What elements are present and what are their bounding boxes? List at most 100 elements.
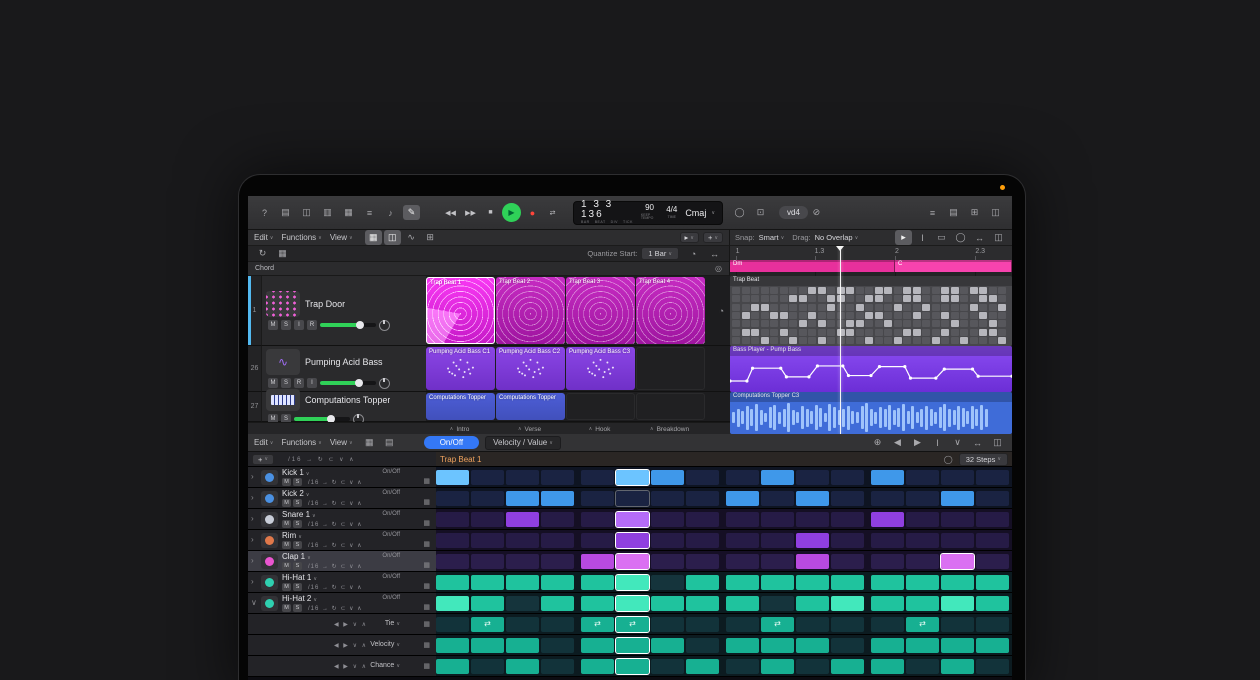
live-loops-menu-view[interactable]: View∨: [330, 233, 353, 242]
row-step-controls[interactable]: /16 → ↻ ⊂ ∨ ∧: [308, 542, 363, 549]
disclosure-icon[interactable]: ›: [251, 577, 254, 586]
row-step-controls[interactable]: /16 → ↻ ⊂ ∨ ∧: [308, 479, 363, 486]
step-cell[interactable]: [471, 491, 504, 506]
step-cell[interactable]: [541, 554, 574, 569]
row-grid-icon[interactable]: ▦: [423, 477, 430, 485]
step-cell[interactable]: [616, 512, 649, 527]
row-step-controls[interactable]: /16 → ↻ ⊂ ∨ ∧: [308, 605, 363, 612]
row-name[interactable]: Snare 1∨: [282, 510, 316, 519]
step-cell[interactable]: [871, 554, 904, 569]
loupe-icon[interactable]: ◯: [944, 455, 953, 464]
expand-icon[interactable]: ↔: [706, 246, 723, 261]
empty-loop-slot[interactable]: [636, 347, 705, 390]
track-header[interactable]: ∿Pumping Acid BassMSRI: [262, 346, 426, 392]
step-cell[interactable]: [726, 617, 759, 632]
step-seq-menu-edit[interactable]: Edit∨: [254, 438, 273, 447]
step-cell[interactable]: [761, 638, 794, 653]
mute-button[interactable]: M: [268, 378, 278, 388]
rewind-button[interactable]: ◀◀: [442, 205, 459, 221]
snap-value[interactable]: Smart: [759, 233, 779, 242]
drag-value[interactable]: No Overlap: [815, 233, 853, 242]
step-seq-menu-view[interactable]: View∨: [330, 438, 353, 447]
pan-knob[interactable]: [379, 378, 390, 389]
step-cell[interactable]: [686, 512, 719, 527]
track-header[interactable]: Computations TopperMS: [262, 392, 426, 422]
grid-side-circle-icon[interactable]: ◔: [719, 306, 724, 316]
step-cell[interactable]: [871, 638, 904, 653]
step-cell[interactable]: [831, 659, 864, 674]
row-grid-icon[interactable]: ▦: [423, 540, 430, 548]
mute-button[interactable]: M: [282, 562, 291, 570]
library-icon[interactable]: ▤: [277, 205, 294, 220]
step-cell[interactable]: [796, 554, 829, 569]
edit-mode-select[interactable]: Velocity / Value ∨: [485, 436, 561, 450]
solo-button[interactable]: S: [293, 520, 302, 528]
row-step-controls[interactable]: /16 → ↻ ⊂ ∨ ∧: [308, 521, 363, 528]
step-cell[interactable]: [616, 575, 649, 590]
play-button[interactable]: ▶: [502, 203, 521, 222]
step-cell[interactable]: [796, 638, 829, 653]
step-cell[interactable]: [651, 533, 684, 548]
step-cell[interactable]: [471, 470, 504, 485]
step-cell[interactable]: [616, 638, 649, 653]
step-cell[interactable]: [726, 638, 759, 653]
record-enable-button[interactable]: R: [307, 320, 317, 330]
subrow-grid-icon[interactable]: ▦: [423, 662, 430, 670]
row-step-controls[interactable]: /16 → ↻ ⊂ ∨ ∧: [308, 584, 363, 591]
step-cell[interactable]: [581, 638, 614, 653]
add-row-button[interactable]: + ∨: [252, 454, 274, 465]
row-name[interactable]: Clap 1∨: [282, 552, 311, 561]
loop-cell[interactable]: Computations Topper: [496, 393, 565, 420]
subrow-grid-icon[interactable]: ▦: [423, 641, 430, 649]
step-cell[interactable]: [831, 575, 864, 590]
step-cell[interactable]: [651, 491, 684, 506]
row-header[interactable]: ›Rim∨On/OffMS/16 → ↻ ⊂ ∨ ∧▦: [248, 530, 436, 551]
subrow-header[interactable]: ◀ ▶ ∨ ∧Chance∨▦: [248, 656, 436, 677]
playhead-handle[interactable]: [836, 246, 844, 251]
row-grid-icon[interactable]: ▦: [423, 498, 430, 506]
step-cell[interactable]: ⇄: [616, 617, 649, 632]
row-grid-icon[interactable]: ▦: [423, 519, 430, 527]
step-cell[interactable]: ⇄: [471, 617, 504, 632]
input-monitor-button[interactable]: I: [294, 320, 304, 330]
inspector-icon[interactable]: ◫: [298, 205, 315, 220]
step-cell[interactable]: [906, 659, 939, 674]
step-cell[interactable]: [941, 554, 974, 569]
disclosure-icon[interactable]: ›: [251, 472, 254, 481]
note-pads-icon[interactable]: ▤: [945, 205, 962, 220]
step-cell[interactable]: [831, 491, 864, 506]
loop-cell[interactable]: Trap Beat 1: [426, 277, 495, 344]
step-cell[interactable]: [871, 617, 904, 632]
quick-help-icon[interactable]: ?: [256, 205, 273, 220]
step-cell[interactable]: [651, 554, 684, 569]
step-cell[interactable]: [651, 596, 684, 611]
step-cell[interactable]: [436, 659, 469, 674]
step-cell[interactable]: [726, 659, 759, 674]
scissors-icon[interactable]: ⊞: [422, 230, 439, 245]
disclosure-icon[interactable]: ∨: [251, 598, 257, 607]
volume-slider[interactable]: [294, 417, 350, 421]
step-cell[interactable]: [686, 491, 719, 506]
loop-cell[interactable]: Pumping Acid Bass C2: [496, 347, 565, 390]
mute-button[interactable]: M: [282, 583, 291, 591]
width-icon[interactable]: ↔: [971, 230, 988, 245]
chord-track-lane[interactable]: DmC: [730, 260, 1012, 272]
step-cell[interactable]: [796, 596, 829, 611]
step-cell[interactable]: [436, 533, 469, 548]
step-cell[interactable]: [686, 617, 719, 632]
step-cell[interactable]: [831, 596, 864, 611]
step-cell[interactable]: [506, 533, 539, 548]
step-cell[interactable]: [541, 617, 574, 632]
lcd-display[interactable]: 1 3 3 136 BARBEATDIVTICK 90 KEEP TEMPO 4…: [573, 201, 723, 225]
step-cell[interactable]: [436, 491, 469, 506]
step-cell[interactable]: [976, 491, 1009, 506]
zoom-icon[interactable]: ⊕: [869, 435, 886, 450]
loupe-icon[interactable]: ◯: [731, 205, 748, 220]
row-name[interactable]: Kick 1∨: [282, 468, 309, 477]
step-cell[interactable]: [976, 575, 1009, 590]
refresh-icon[interactable]: ↻: [254, 246, 271, 261]
grid-icon[interactable]: ▦: [274, 246, 291, 261]
pointer-tool-menu[interactable]: ▸∨: [680, 232, 699, 243]
step-cell[interactable]: [471, 596, 504, 611]
panel-icon[interactable]: ◫: [989, 435, 1006, 450]
